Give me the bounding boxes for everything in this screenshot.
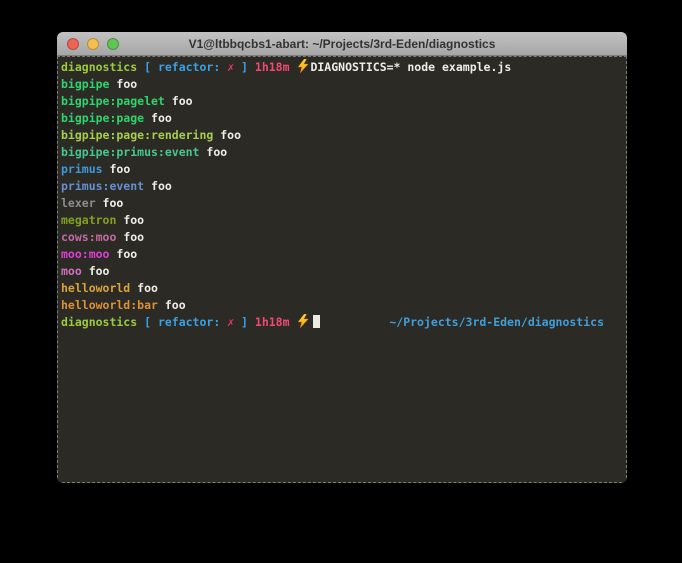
terminal-text-segment: moo <box>61 264 82 278</box>
terminal-line: megatron foo <box>61 212 623 229</box>
terminal-line: moo:moo foo <box>61 246 623 263</box>
terminal-text-segment: foo <box>109 77 137 91</box>
terminal-text-segment: diagnostics <box>61 60 137 74</box>
terminal-line: bigpipe foo <box>61 76 623 93</box>
terminal-text-segment: foo <box>199 145 227 159</box>
terminal-line: cows:moo foo <box>61 229 623 246</box>
minimize-button[interactable] <box>87 38 99 50</box>
terminal-line: bigpipe:page foo <box>61 110 623 127</box>
terminal-line: helloworld:bar foo <box>61 297 623 314</box>
terminal-cursor <box>313 315 320 328</box>
terminal-text-segment: foo <box>165 94 193 108</box>
traffic-lights <box>57 38 119 50</box>
right-prompt: ~/Projects/3rd-Eden/diagnostics <box>389 314 604 331</box>
terminal-text-segment: primus:event <box>61 179 144 193</box>
terminal-text-segment: lexer <box>61 196 96 210</box>
terminal-line: bigpipe:page:rendering foo <box>61 127 623 144</box>
terminal-text-segment: megatron <box>61 213 116 227</box>
terminal-body: diagnostics [ refactor: ✗ ] 1h18m DIAGNO… <box>61 59 623 331</box>
window-title: V1@ltbbqcbs1-abart: ~/Projects/3rd-Eden/… <box>57 32 627 55</box>
terminal-text-segment: [ refactor: <box>137 60 227 74</box>
terminal-text-segment: diagnostics <box>61 315 137 329</box>
terminal-line: primus foo <box>61 161 623 178</box>
terminal-text-segment: cows:moo <box>61 230 116 244</box>
terminal-text-segment: ] <box>234 60 255 74</box>
zoom-button[interactable] <box>107 38 119 50</box>
terminal-line: diagnostics [ refactor: ✗ ] 1h18m DIAGNO… <box>61 59 623 76</box>
terminal-line: moo foo <box>61 263 623 280</box>
terminal-text-segment: primus <box>61 162 103 176</box>
terminal-text-segment: helloworld:bar <box>61 298 158 312</box>
terminal-text-segment: foo <box>116 230 144 244</box>
terminal-text-segment: foo <box>158 298 186 312</box>
terminal-text-segment: foo <box>213 128 241 142</box>
lightning-icon <box>297 59 309 73</box>
terminal-text-segment: 1h18m <box>255 315 297 329</box>
terminal-window: V1@ltbbqcbs1-abart: ~/Projects/3rd-Eden/… <box>57 32 627 483</box>
terminal-text-segment: foo <box>96 196 124 210</box>
terminal-text-segment: bigpipe:primus:event <box>61 145 199 159</box>
terminal-text-segment: bigpipe:page <box>61 111 144 125</box>
terminal-text-segment: ] <box>234 315 255 329</box>
terminal-text-segment: bigpipe:pagelet <box>61 94 165 108</box>
terminal-line: helloworld foo <box>61 280 623 297</box>
terminal-text-segment: foo <box>144 179 172 193</box>
terminal-text-segment: foo <box>116 213 144 227</box>
terminal-text-segment: moo:moo <box>61 247 109 261</box>
terminal-text-segment: helloworld <box>61 281 130 295</box>
terminal-text-segment: foo <box>103 162 131 176</box>
terminal-text-segment: foo <box>82 264 110 278</box>
terminal-text-segment: [ refactor: <box>137 315 227 329</box>
terminal-text-segment: 1h18m <box>255 60 297 74</box>
terminal-text-segment: foo <box>144 111 172 125</box>
terminal-line: primus:event foo <box>61 178 623 195</box>
lightning-icon <box>297 314 309 328</box>
terminal-text-segment: foo <box>130 281 158 295</box>
terminal-text-segment: foo <box>109 247 137 261</box>
terminal-line: diagnostics [ refactor: ✗ ] 1h18m ~/Proj… <box>61 314 623 331</box>
close-button[interactable] <box>67 38 79 50</box>
terminal-content[interactable]: diagnostics [ refactor: ✗ ] 1h18m DIAGNO… <box>57 56 627 483</box>
terminal-text-segment: DIAGNOSTICS=* node example.js <box>310 60 511 74</box>
terminal-text-segment: bigpipe:page:rendering <box>61 128 213 142</box>
title-bar[interactable]: V1@ltbbqcbs1-abart: ~/Projects/3rd-Eden/… <box>57 32 627 56</box>
terminal-line: lexer foo <box>61 195 623 212</box>
terminal-text-segment: bigpipe <box>61 77 109 91</box>
terminal-line: bigpipe:pagelet foo <box>61 93 623 110</box>
terminal-line: bigpipe:primus:event foo <box>61 144 623 161</box>
